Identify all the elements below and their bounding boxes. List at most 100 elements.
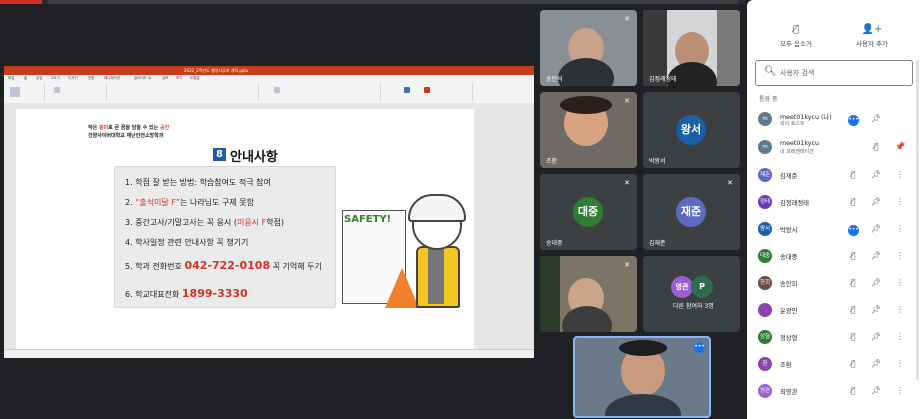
- mic-off-icon[interactable]: 🎙̸: [848, 305, 858, 314]
- mic-off-icon[interactable]: 🎙̸: [848, 197, 858, 206]
- pin-icon[interactable]: 📌︎: [871, 197, 881, 206]
- item-number: 3.: [125, 218, 133, 227]
- participant-tile[interactable]: 왕서 박왕서: [643, 92, 740, 168]
- more-vert-icon[interactable]: ⋮: [895, 224, 905, 233]
- pin-icon[interactable]: 📌︎: [871, 170, 881, 179]
- more-vert-icon[interactable]: ⋮: [895, 251, 905, 260]
- ribbon-tab[interactable]: 검토: [162, 76, 168, 81]
- more-vert-icon[interactable]: ⋮: [895, 197, 905, 206]
- add-user-button[interactable]: 👤+ 사용자 추가: [847, 24, 897, 48]
- record-indicator: [0, 0, 42, 4]
- mic-off-icon[interactable]: 🎙̸: [848, 332, 858, 341]
- participant-row[interactable]: 영관 최영관 🎙̸ 📌︎ ⋮: [747, 378, 920, 404]
- school-phone-number: 1899-3330: [181, 287, 248, 300]
- mic-off-icon[interactable]: 🎙̸: [871, 142, 881, 151]
- dictate-icon[interactable]: [404, 87, 410, 93]
- shared-screen: 2022_2학년도 행정사무과 개혁.pptx 파일 홈 삽입 그리기 디자인 …: [4, 66, 534, 358]
- participant-row[interactable]: 환 조환 🎙̸ 📌︎ ⋮: [747, 351, 920, 377]
- people-panel: 🎙̸ 모두 음소거 👤+ 사용자 추가 🔍︎ 사용자 검색 통화 중 m mee…: [747, 0, 920, 419]
- ribbon-tab[interactable]: 보기: [176, 76, 182, 81]
- ribbon-tab[interactable]: 파일: [8, 76, 14, 81]
- other-participants-label: 다른 참여자 3명: [673, 303, 714, 310]
- item-number: 5.: [125, 262, 133, 271]
- ribbon-group: [108, 83, 259, 101]
- participant-row[interactable]: m meet01kycu (나) 회의 호스트 ••• 📌︎: [747, 106, 920, 132]
- pin-icon[interactable]: 📌︎: [871, 278, 881, 287]
- ribbon-tab[interactable]: 그리기: [50, 76, 60, 81]
- participant-role: 회의 호스트: [780, 121, 805, 127]
- mic-off-icon: 🎙̸: [792, 24, 799, 35]
- pin-icon[interactable]: 📌︎: [871, 251, 881, 260]
- mic-off-icon: ✕: [624, 261, 630, 269]
- participant-tile[interactable]: 김정래정태: [643, 10, 740, 86]
- mic-off-icon[interactable]: 🎙̸: [848, 251, 858, 260]
- more-vert-icon[interactable]: ⋮: [895, 359, 905, 368]
- participant-row[interactable]: m meet01kycu 내 프레젠테이션 🎙̸ 📌̸: [747, 134, 920, 160]
- search-placeholder: 사용자 검색: [780, 69, 815, 77]
- more-vert-icon[interactable]: ⋮: [895, 278, 905, 287]
- mic-off-icon: ✕: [624, 97, 630, 105]
- other-participants-tile[interactable]: 영관 P 다른 참여자 3명: [643, 256, 740, 332]
- item-text: 학사일정 관련 안내사항 꼭 챙기기: [135, 238, 249, 247]
- ribbon-tab[interactable]: 슬라이드 쇼: [134, 76, 151, 81]
- participant-tile[interactable]: ✕ 송민석: [540, 10, 637, 86]
- designer-icon[interactable]: [424, 87, 430, 93]
- ribbon-tab[interactable]: 홈: [24, 76, 27, 81]
- notice-item: 3. 중간고사/기말고사는 꼭 응시 (미응시 F학점): [125, 217, 284, 228]
- pin-icon[interactable]: 📌︎: [871, 305, 881, 314]
- more-options-icon[interactable]: •••: [848, 224, 859, 236]
- pin-icon[interactable]: 📌︎: [871, 386, 881, 395]
- ribbon-tab[interactable]: 디자인: [68, 76, 78, 81]
- paste-icon[interactable]: [10, 87, 20, 97]
- slide-canvas: 작은 흥미로 큰 꿈을 담을 수 있는 공간 건양사이버대학교 재난안전소방학과…: [78, 118, 474, 346]
- mic-off-icon[interactable]: 🎙̸: [848, 170, 858, 179]
- ribbon-tab[interactable]: 애니메이션: [104, 76, 120, 81]
- avatar: 환: [758, 357, 772, 371]
- participant-tile[interactable]: 대중 ✕ 송대중: [540, 174, 637, 250]
- pin-icon[interactable]: 📌︎: [871, 332, 881, 341]
- mute-all-button[interactable]: 🎙̸ 모두 음소거: [771, 24, 821, 48]
- participant-name: 김정래정태: [780, 200, 809, 207]
- more-options-icon[interactable]: •••: [694, 342, 705, 353]
- more-vert-icon[interactable]: ⋮: [895, 332, 905, 341]
- notice-item: 2. “출석미달 F”는 나라님도 구제 못함: [125, 197, 254, 208]
- participant-tile[interactable]: ✕: [540, 256, 637, 332]
- mic-off-icon[interactable]: 🎙̸: [848, 278, 858, 287]
- ppt-ruler: [4, 103, 534, 109]
- mic-off-icon: ✕: [624, 179, 630, 187]
- more-vert-icon[interactable]: ⋮: [895, 386, 905, 395]
- participant-video: [717, 10, 740, 86]
- participant-row[interactable]: 상형 정상형 🎙̸ 📌︎ ⋮: [747, 324, 920, 350]
- search-input[interactable]: 🔍︎ 사용자 검색: [755, 60, 913, 86]
- more-vert-icon[interactable]: ⋮: [895, 305, 905, 314]
- participant-row[interactable]: 왕서 박왕서 ••• 📌︎ ⋮: [747, 216, 920, 242]
- pin-icon[interactable]: 📌︎: [871, 114, 881, 123]
- participant-name: 송대중: [780, 254, 798, 261]
- slogan-text: 작은: [88, 125, 99, 131]
- ribbon-tab[interactable]: 삽입: [36, 76, 42, 81]
- slide-slogan: 작은 흥미로 큰 꿈을 담을 수 있는 공간: [88, 124, 169, 131]
- more-vert-icon[interactable]: ⋮: [895, 170, 905, 179]
- pin-off-icon[interactable]: 📌̸: [895, 142, 905, 151]
- participant-video: [562, 306, 612, 332]
- item-number: 1.: [125, 178, 133, 187]
- participant-row[interactable]: 한희 송한희 🎙̸ 📌︎ ⋮: [747, 270, 920, 296]
- shapes-icon[interactable]: [274, 87, 280, 93]
- avatar: 정태: [758, 195, 772, 209]
- mic-off-icon[interactable]: 🎙̸: [848, 386, 858, 395]
- ribbon-tab[interactable]: 도움말: [190, 76, 200, 81]
- more-options-icon[interactable]: •••: [848, 114, 859, 126]
- pin-icon[interactable]: 📌︎: [871, 359, 881, 368]
- ribbon-tab[interactable]: 전환: [88, 76, 94, 81]
- participant-tile[interactable]: 재준 ✕ 김재준: [643, 174, 740, 250]
- ppt-statusbar: [4, 349, 534, 358]
- self-video-tile[interactable]: •••: [573, 336, 711, 418]
- participant-row[interactable]: 윤광민 🎙̸ 📌︎ ⋮: [747, 297, 920, 323]
- participant-tile[interactable]: ✕ 조환: [540, 92, 637, 168]
- mic-off-icon[interactable]: 🎙̸: [848, 359, 858, 368]
- new-slide-icon[interactable]: [54, 87, 60, 93]
- pin-icon[interactable]: 📌︎: [871, 224, 881, 233]
- participant-row[interactable]: 대중 송대중 🎙̸ 📌︎ ⋮: [747, 243, 920, 269]
- participant-row[interactable]: 정태 김정래정태 🎙̸ 📌︎ ⋮: [747, 189, 920, 215]
- participant-row[interactable]: 재준 김재준 🎙̸ 📌︎ ⋮: [747, 162, 920, 188]
